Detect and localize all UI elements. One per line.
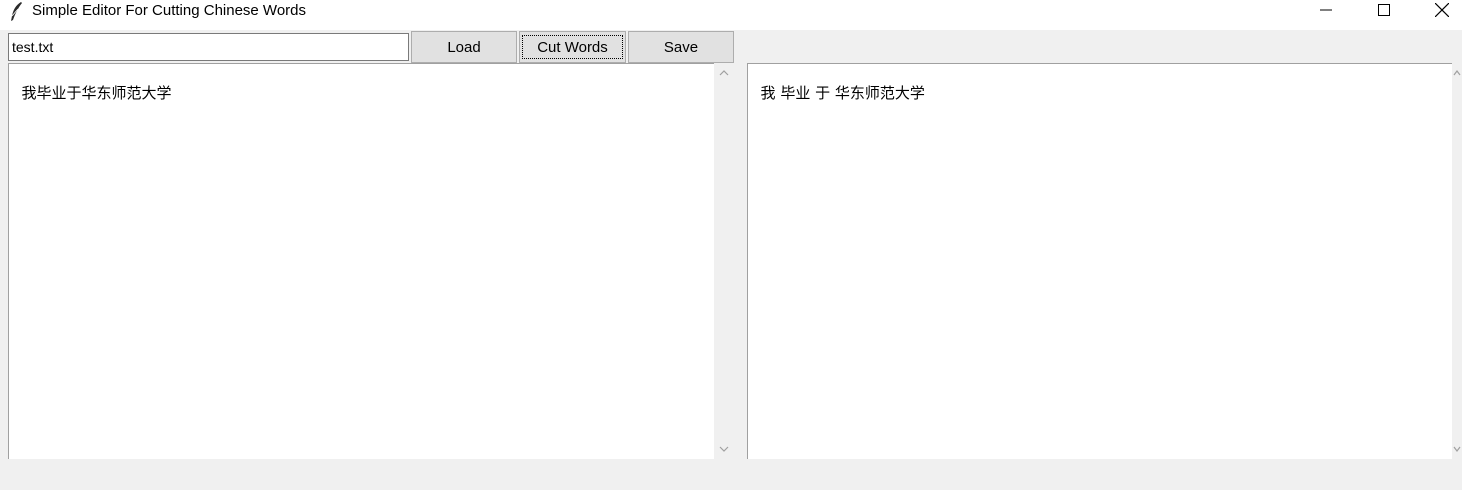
maximize-icon xyxy=(1378,3,1390,21)
maximize-button[interactable] xyxy=(1355,0,1413,24)
input-scrollbar[interactable] xyxy=(714,63,734,459)
minimize-icon xyxy=(1320,3,1332,21)
filename-input[interactable] xyxy=(8,33,409,61)
feather-icon xyxy=(8,1,26,23)
output-text-area[interactable]: 我 毕业 于 华东师范大学 xyxy=(747,63,1452,459)
window-title: Simple Editor For Cutting Chinese Words xyxy=(32,2,306,19)
scroll-down-icon[interactable] xyxy=(1452,439,1462,459)
input-text-area[interactable]: 我毕业于华东师范大学 xyxy=(8,63,714,459)
output-text: 我 毕业 于 华东师范大学 xyxy=(760,84,925,102)
scroll-up-icon[interactable] xyxy=(1452,63,1462,83)
minimize-button[interactable] xyxy=(1297,0,1355,24)
save-button-label: Save xyxy=(663,38,699,56)
close-icon xyxy=(1434,2,1450,22)
cut-words-button[interactable]: Cut Words xyxy=(519,31,626,63)
load-button-label: Load xyxy=(447,38,481,56)
focus-ring xyxy=(522,35,623,59)
output-scrollbar[interactable] xyxy=(1452,63,1462,459)
save-button[interactable]: Save xyxy=(628,31,734,63)
input-text: 我毕业于华东师范大学 xyxy=(21,84,172,102)
title-bar: Simple Editor For Cutting Chinese Words xyxy=(0,0,1462,30)
load-button[interactable]: Load xyxy=(411,31,517,63)
scroll-up-icon[interactable] xyxy=(714,63,734,83)
scroll-down-icon[interactable] xyxy=(714,439,734,459)
close-button[interactable] xyxy=(1413,0,1462,24)
